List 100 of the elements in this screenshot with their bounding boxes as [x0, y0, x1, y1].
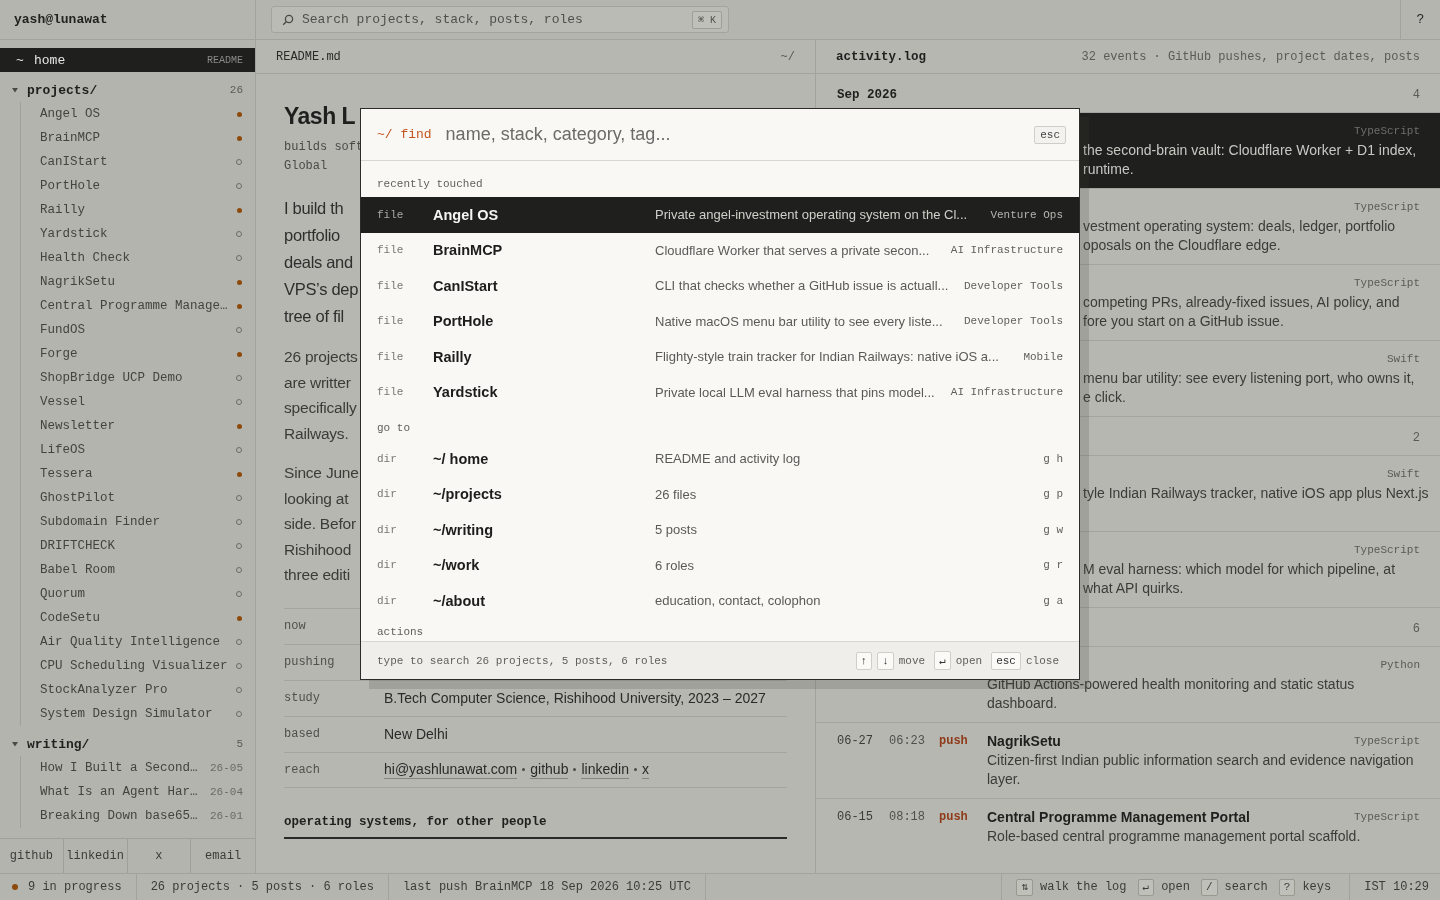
sidebar-item[interactable]: Vessel: [21, 390, 255, 414]
contact-link[interactable]: github: [530, 760, 569, 779]
folder-name[interactable]: projects/: [27, 82, 222, 98]
paragraph-line: are writter: [284, 372, 351, 393]
result-item[interactable]: file Angel OS Private angel-investment operating system on the Cl... Venture Ops: [361, 197, 1079, 233]
key-hint: esc: [991, 651, 1021, 670]
log-entry[interactable]: 06-27 06:23 push NagrikSetu TypeScript Citizen-first Indian public information search and evidence navigation layer.: [816, 723, 1440, 799]
search-input[interactable]: Search projects, stack, posts, roles: [302, 12, 684, 27]
search-icon: [282, 13, 294, 26]
sidebar-item[interactable]: Babel Room: [21, 558, 255, 582]
contact-link[interactable]: x: [641, 760, 649, 779]
log-title: activity.log: [836, 49, 926, 64]
paragraph-line: side. Befor: [284, 514, 356, 534]
sidebar-item[interactable]: Air Quality Intelligence: [21, 630, 255, 654]
sidebar-item[interactable]: CPU Scheduling Visualizer: [21, 654, 255, 678]
paragraph-line: tree of fil: [284, 306, 344, 327]
sidebar-item[interactable]: ShopBridge UCP Demo: [21, 366, 255, 390]
sidebar-item[interactable]: LifeOS: [21, 438, 255, 462]
key-hint: ?: [1278, 878, 1296, 896]
sidebar-item[interactable]: Health Check: [21, 246, 255, 270]
file-tab[interactable]: README.md: [276, 49, 341, 64]
fact-value: New Delhi: [384, 726, 448, 742]
contact-link[interactable]: hi@yashlunawat.com: [384, 760, 518, 779]
clock-text: IST 10:29: [1363, 879, 1430, 896]
page-title: Yash L: [284, 102, 356, 131]
site-title: yash@lunawat: [0, 0, 256, 39]
hint-label: open: [955, 654, 983, 667]
item-count: 26: [229, 84, 243, 96]
key-hint: ↑: [855, 651, 873, 670]
sidebar-item[interactable]: Quorum: [21, 582, 255, 606]
sidebar-item[interactable]: DRIFTCHECK: [21, 534, 255, 558]
month-label: Sep 2026: [837, 87, 897, 102]
help-button[interactable]: ?: [1400, 0, 1440, 39]
log-summary: 32 events · GitHub pushes, project dates, posts: [1081, 49, 1420, 64]
fact-label: based: [284, 727, 321, 741]
sidebar-item[interactable]: Forge: [21, 342, 255, 366]
status-text: 9 in progress: [28, 880, 122, 894]
fact-value: B.Tech Computer Science, Rishihood University, 2023 – 2027: [384, 690, 766, 706]
key-hint: ⇅: [1016, 878, 1034, 896]
sidebar-item[interactable]: CanIStart: [21, 150, 255, 174]
item-count: 2: [1412, 430, 1420, 445]
paragraph-line: Railways.: [284, 423, 349, 444]
sidebar-item[interactable]: Subdomain Finder: [21, 510, 255, 534]
sidebar-item[interactable]: PortHole: [21, 174, 255, 198]
sidebar-item[interactable]: FundOS: [21, 318, 255, 342]
key-hint: ↓: [877, 651, 894, 670]
paragraph-line: Rishihood: [284, 539, 352, 560]
item-count: 6: [1412, 621, 1420, 636]
paragraph-line: Since June: [284, 463, 359, 483]
fact-label: reach: [284, 762, 321, 777]
sidebar-item[interactable]: StockAnalyzer Pro: [21, 678, 255, 702]
paragraph-line: VPS’s dep: [284, 279, 359, 300]
sidebar-item[interactable]: Tessera: [21, 462, 255, 486]
sidebar-item[interactable]: CodeSetu: [21, 606, 255, 630]
fact-label: study: [284, 691, 321, 705]
contact-link[interactable]: linkedin: [581, 760, 629, 779]
close-button[interactable]: esc: [1034, 125, 1066, 144]
hint-text: type to search 26 projects, 5 posts, 6 roles: [377, 654, 668, 667]
sidebar-item[interactable]: Angel OS: [21, 102, 255, 126]
paragraph-line: three editi: [284, 565, 350, 585]
section-label: recently touched: [376, 177, 484, 192]
paragraph-line: I build th: [284, 198, 344, 219]
paragraph-line: looking at: [284, 488, 349, 509]
sidebar-item[interactable]: BrainMCP: [21, 126, 255, 150]
paragraph-line: deals and: [284, 252, 353, 273]
sidebar-item[interactable]: GhostPilot: [21, 486, 255, 510]
hint-label: move: [898, 654, 926, 667]
sidebar-item[interactable]: Railly: [21, 198, 255, 222]
folder-name[interactable]: writing/: [27, 736, 229, 752]
sidebar-item[interactable]: Newsletter: [21, 414, 255, 438]
sidebar-item[interactable]: System Design Simulator: [21, 702, 255, 726]
search-field[interactable]: Search projects, stack, posts, roles ⌘ K: [271, 6, 729, 33]
prompt-label: ~/ find: [377, 127, 432, 142]
subtitle-text: Global: [284, 158, 328, 175]
hint-label: open: [1161, 880, 1190, 894]
sidebar-item[interactable]: NagrikSetu: [21, 270, 255, 294]
sidebar-item[interactable]: How I Built a Second… 26-05: [21, 756, 255, 780]
status-text: last push BrainMCP 18 Sep 2026 10:25 UTC: [388, 874, 706, 900]
item-count: 5: [236, 738, 243, 750]
hint-label: walk the log: [1040, 880, 1127, 894]
paragraph-line: portfolio: [284, 225, 340, 246]
hint-label: keys: [1302, 880, 1332, 894]
section-label: actions: [376, 624, 425, 640]
hint-label: search: [1224, 880, 1268, 894]
key-hint: ↵: [934, 651, 951, 670]
status-dot: [12, 884, 18, 890]
paragraph-line: 26 projects: [284, 347, 358, 367]
footer-link[interactable]: email: [191, 839, 255, 873]
shortcut-key: ⌘ K: [691, 10, 722, 29]
section-label: go to: [376, 421, 411, 436]
sidebar-item[interactable]: ~ home README: [0, 48, 255, 72]
sidebar-item[interactable]: Yardstick: [21, 222, 255, 246]
key-hint: ↵: [1137, 878, 1155, 896]
sidebar-item[interactable]: Breaking Down base65… 26-01: [21, 804, 255, 828]
status-text: 26 projects · 5 posts · 6 roles: [136, 874, 389, 900]
item-count: 4: [1412, 87, 1420, 102]
key-hint: /: [1200, 878, 1218, 896]
paragraph-line: specifically: [284, 398, 357, 418]
sidebar-item[interactable]: What Is an Agent Har… 26-04: [21, 780, 255, 804]
sidebar-item[interactable]: Central Programme Manage…: [21, 294, 255, 318]
